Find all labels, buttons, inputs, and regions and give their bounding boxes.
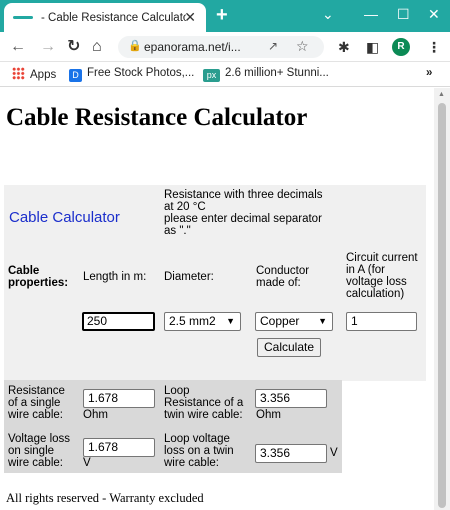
loop-voltage-loss-output[interactable]: 3.356 <box>255 444 327 463</box>
chevron-down-icon: ▼ <box>226 316 235 326</box>
browser-toolbar: ← → ↻ ⌂ 🔒 epanorama.net/i... ↗ ☆ ✱ ◧ R ⋮ <box>0 32 450 62</box>
current-input[interactable]: 1 <box>346 312 417 331</box>
loop-resistance-unit: Ohm <box>256 409 281 421</box>
new-tab-button[interactable]: + <box>216 4 228 26</box>
share-icon[interactable]: ↗ <box>268 39 278 53</box>
bookmark-stunning-photos[interactable]: px 2.6 million+ Stunni... <box>203 67 329 82</box>
loop-resistance-label: Loop Resistance of a twin wire cable: <box>164 385 244 421</box>
voltage-loss-output[interactable]: 1.678 <box>83 438 155 457</box>
single-resistance-unit: Ohm <box>83 409 108 421</box>
page-title: Cable Resistance Calculator <box>6 104 308 131</box>
bookmark-apps[interactable]: Apps <box>12 67 56 81</box>
back-arrow-icon[interactable]: ← <box>10 38 26 56</box>
voltage-loss-label: Voltage loss on single wire cable: <box>8 433 71 469</box>
conductor-header: Conductor made of: <box>256 265 310 289</box>
apps-grid-icon <box>12 67 25 80</box>
address-bar[interactable]: 🔒 epanorama.net/i... ↗ ☆ <box>118 36 324 58</box>
bookmark-free-stock-photos[interactable]: D Free Stock Photos,... <box>69 67 194 82</box>
bookmarks-overflow-icon[interactable]: » <box>426 67 432 79</box>
px-favicon-icon: px <box>203 69 220 82</box>
single-resistance-output[interactable]: 1.678 <box>83 389 155 408</box>
loop-voltage-loss-label: Loop voltage loss on a twin wire cable: <box>164 433 234 469</box>
forward-arrow-icon[interactable]: → <box>40 38 56 56</box>
tab-close-icon[interactable]: ✕ <box>184 9 196 25</box>
single-resistance-label: Resistance of a single wire cable: <box>8 385 65 421</box>
calculate-button[interactable]: Calculate <box>257 338 322 357</box>
menu-kebab-icon[interactable]: ⋮ <box>427 39 441 55</box>
loop-voltage-loss-unit: V <box>330 447 338 459</box>
current-header: Circuit current in A (for voltage loss c… <box>346 252 418 300</box>
reload-icon[interactable]: ↻ <box>67 38 80 56</box>
page-content: Cable Resistance Calculator Cable Calcul… <box>0 88 434 510</box>
url-text[interactable]: epanorama.net/i... <box>144 40 241 54</box>
browser-tab[interactable]: - Cable Resistance Calculator ✕ <box>4 3 206 32</box>
tab-title: - Cable Resistance Calculator <box>41 11 186 24</box>
tab-favicon-icon <box>13 16 33 19</box>
page-scrollbar[interactable]: ▲ <box>434 88 450 510</box>
home-icon[interactable]: ⌂ <box>92 38 102 56</box>
length-input[interactable]: 250 <box>82 312 155 331</box>
diameter-select[interactable]: 2.5 mm2 ▼ <box>164 312 241 331</box>
tab-search-chevron-icon[interactable]: ⌄ <box>322 5 334 23</box>
window-titlebar: - Cable Resistance Calculator ✕ + ⌄ — ☐ … <box>0 0 450 32</box>
minimize-icon[interactable]: — <box>364 5 378 23</box>
close-window-icon[interactable]: ✕ <box>428 5 440 23</box>
loop-resistance-output[interactable]: 3.356 <box>255 389 327 408</box>
profile-avatar[interactable]: R <box>392 38 410 56</box>
voltage-loss-unit: V <box>83 457 91 469</box>
side-panel-icon[interactable]: ◧ <box>366 39 379 55</box>
bookmark-star-icon[interactable]: ☆ <box>296 38 309 55</box>
bookmarks-bar: Apps D Free Stock Photos,... px 2.6 millio… <box>0 62 450 87</box>
extensions-puzzle-icon[interactable]: ✱ <box>338 39 350 55</box>
calculator-heading: Cable Calculator <box>9 209 120 226</box>
chevron-down-icon: ▼ <box>318 316 327 326</box>
d-favicon-icon: D <box>69 69 82 82</box>
scrollbar-thumb[interactable] <box>438 103 446 508</box>
maximize-icon[interactable]: ☐ <box>397 5 410 23</box>
intro-text: Resistance with three decimals at 20 °C … <box>164 189 323 237</box>
conductor-select[interactable]: Copper ▼ <box>255 312 333 331</box>
length-header: Length in m: <box>83 271 147 283</box>
cable-properties-label: Cable properties: <box>8 265 69 289</box>
lock-icon[interactable]: 🔒 <box>128 39 142 52</box>
diameter-header: Diameter: <box>164 271 214 283</box>
scroll-up-icon[interactable]: ▲ <box>438 91 445 98</box>
footer-text: All rights reserved - Warranty excluded <box>6 491 204 505</box>
